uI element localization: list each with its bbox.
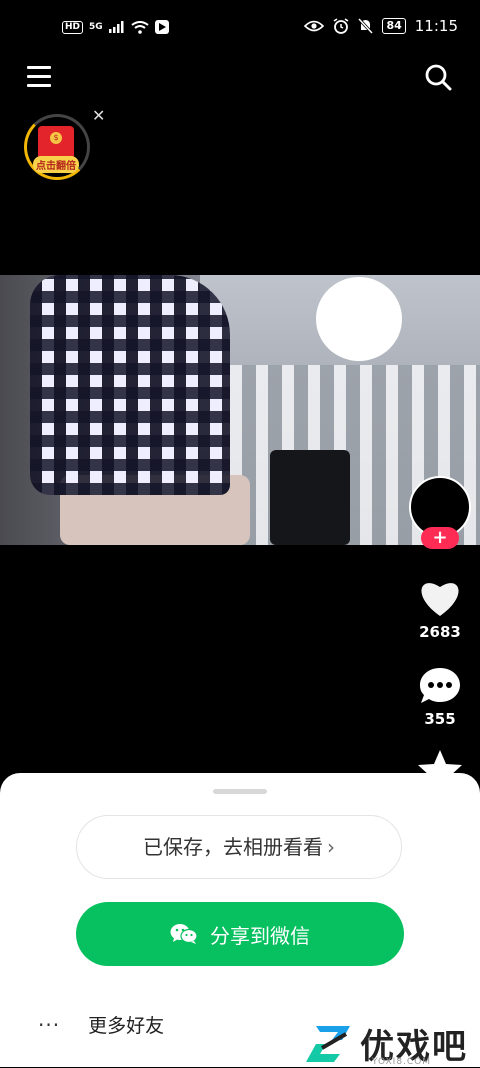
follow-button[interactable]: + [421, 527, 459, 549]
video-lamp [316, 277, 402, 361]
status-right: 84 11:15 [304, 17, 458, 35]
eye-icon [304, 20, 325, 32]
watermark-logo [306, 1025, 350, 1062]
app-notification-icon [154, 20, 169, 34]
saved-label: 已保存，去相册看看 [143, 835, 323, 859]
more-icon: ··· [38, 1012, 61, 1037]
red-packet-label: 点击翻倍 [33, 156, 79, 173]
comment-icon[interactable] [418, 666, 462, 710]
status-bar: HD 5G 84 11:15 [0, 0, 480, 58]
coin-icon: $ [50, 132, 62, 144]
search-icon[interactable] [424, 63, 452, 95]
comment-count: 355 [424, 710, 456, 728]
close-icon[interactable]: ✕ [92, 106, 105, 125]
network-type: 5G [89, 22, 103, 32]
site-watermark: 优戏吧 YOXI8.COM [302, 1019, 468, 1068]
share-sheet: 已保存，去相册看看 › 分享到微信 ··· 更多好友 优戏吧 YOXI8.COM [0, 773, 480, 1067]
menu-icon[interactable] [27, 66, 51, 88]
video-chair [270, 450, 350, 545]
more-friends-label: 更多好友 [88, 1015, 165, 1037]
wechat-icon [170, 924, 198, 944]
wifi-icon [131, 20, 149, 34]
battery-indicator: 84 [382, 18, 406, 34]
sheet-handle[interactable] [213, 789, 267, 794]
mute-icon [358, 18, 374, 34]
share-to-wechat-button[interactable]: 分享到微信 [76, 902, 404, 966]
clock: 11:15 [414, 17, 458, 35]
status-left: HD 5G [62, 20, 169, 34]
video-player[interactable] [0, 275, 480, 545]
chevron-right-icon: › [327, 835, 335, 859]
video-subject-shirt [30, 275, 230, 495]
signal-icon [108, 21, 124, 33]
share-wechat-label: 分享到微信 [210, 923, 310, 948]
view-in-album-button[interactable]: 已保存，去相册看看 › [76, 815, 402, 879]
like-count: 2683 [419, 623, 461, 641]
heart-icon[interactable] [417, 578, 463, 622]
watermark-domain: YOXI8.COM [372, 1057, 432, 1067]
more-friends-row[interactable]: ··· 更多好友 [38, 1011, 164, 1038]
alarm-icon [334, 18, 349, 34]
red-packet-widget[interactable]: $ 点击翻倍 [24, 114, 92, 182]
hd-badge: HD [62, 20, 84, 34]
